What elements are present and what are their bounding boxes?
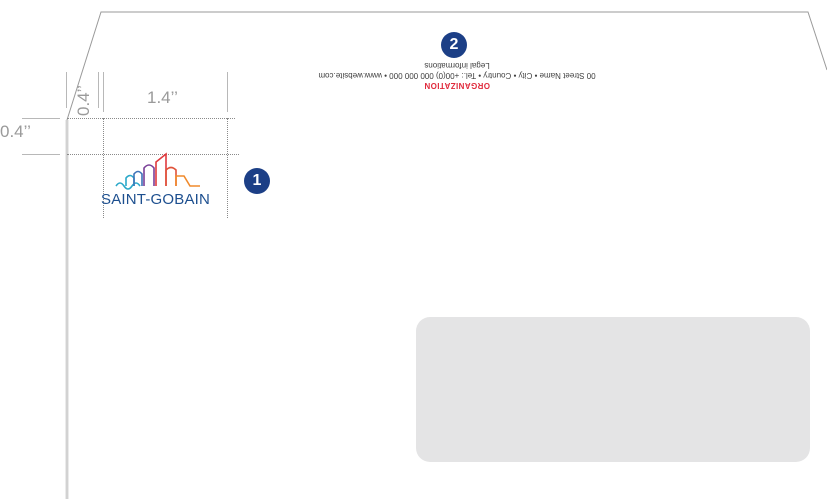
left-measure-tick-bottom	[22, 154, 60, 155]
vertical-measure-tick-top	[66, 72, 67, 108]
sender-address-line: 00 Street Name • City • Country • Tel.: …	[318, 71, 596, 80]
vertical-measure-tick-bottom	[98, 72, 99, 108]
guide-top-line	[67, 118, 235, 119]
top-margin-label: 0.4’’	[74, 85, 93, 116]
sender-address-marker: 2	[441, 32, 467, 58]
left-margin-label: 0.4’’	[0, 122, 31, 141]
left-measure-tick-top	[22, 118, 60, 119]
logo-width-label: 1.4’’	[147, 88, 178, 107]
saint-gobain-wordmark: SAINT-GOBAIN	[101, 191, 211, 208]
sender-organization: ORGANIZATION	[424, 81, 490, 90]
top-measure-tick-left	[103, 72, 104, 112]
sender-legal-info: Legal informations	[424, 61, 490, 70]
logo-marker: 1	[244, 168, 270, 194]
address-window	[416, 317, 810, 462]
top-measure-tick-right	[227, 72, 228, 112]
sender-address-block: ORGANIZATION 00 Street Name • City • Cou…	[230, 60, 684, 90]
